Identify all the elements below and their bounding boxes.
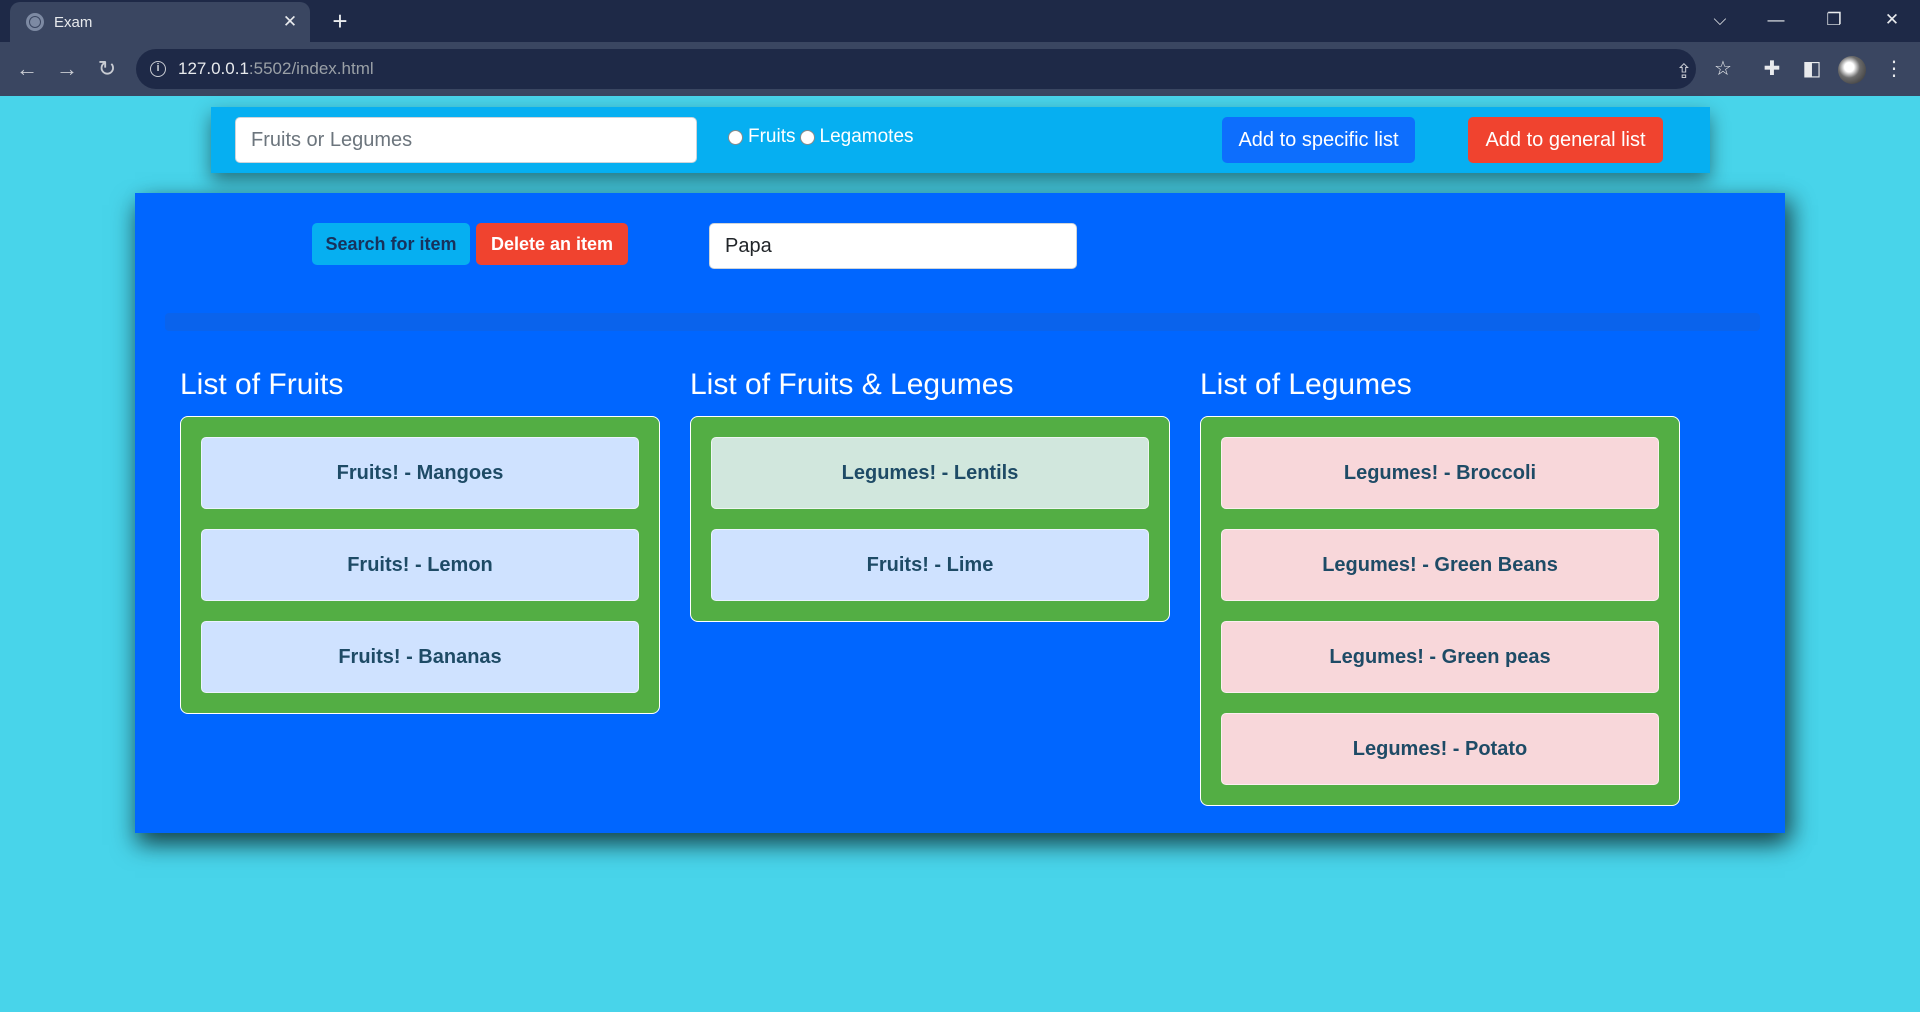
list-item[interactable]: Fruits! - Lime [711,529,1149,601]
general-list-title: List of Fruits & Legumes [690,368,1014,401]
globe-icon [26,13,44,31]
fruits-column: List of Fruits Fruits! - Mangoes Fruits!… [180,368,660,714]
list-item[interactable]: Fruits! - Mangoes [201,437,639,509]
address-bar[interactable]: i 127.0.0.1:5502/index.html ⇪ [136,49,1696,89]
browser-toolbar: ← → ↻ i 127.0.0.1:5502/index.html ⇪ ☆ ✚ … [0,42,1920,96]
general-list: Legumes! - Lentils Fruits! - Lime [690,416,1170,622]
bookmark-star-icon[interactable]: ☆ [1707,53,1739,85]
browser-tab[interactable]: Exam ✕ [10,2,310,42]
radio-legumes-label[interactable]: Legamotes [820,126,914,148]
main-panel: Search for item Delete an item List of F… [135,193,1785,833]
forward-arrow-icon[interactable]: → [50,52,84,86]
share-icon[interactable]: ⇪ [1669,59,1699,84]
add-to-specific-list-button[interactable]: Add to specific list [1222,117,1415,163]
list-item[interactable]: Legumes! - Lentils [711,437,1149,509]
restore-button[interactable]: ❐ [1814,4,1854,36]
side-panel-icon[interactable]: ◧ [1796,53,1828,85]
site-info-icon[interactable]: i [150,61,166,77]
close-window-button[interactable]: ✕ [1872,4,1912,36]
divider [165,313,1760,331]
fruits-list-title: List of Fruits [180,368,344,401]
search-item-button[interactable]: Search for item [312,223,470,265]
type-radio-group: Fruits Legamotes [728,126,918,148]
delete-item-button[interactable]: Delete an item [476,223,628,265]
legumes-list-title: List of Legumes [1200,368,1412,401]
extensions-puzzle-icon[interactable]: ✚ [1756,53,1788,85]
list-item[interactable]: Legumes! - Green Beans [1221,529,1659,601]
profile-avatar[interactable] [1838,56,1866,84]
radio-legumes[interactable] [799,129,815,145]
list-item[interactable]: Legumes! - Broccoli [1221,437,1659,509]
minimize-button[interactable]: — [1756,4,1796,36]
list-item[interactable]: Legumes! - Potato [1221,713,1659,785]
menu-kebab-icon[interactable]: ⋮ [1878,53,1910,85]
tab-title: Exam [54,13,93,31]
back-arrow-icon[interactable]: ← [10,52,44,86]
list-item[interactable]: Fruits! - Lemon [201,529,639,601]
radio-fruits-label[interactable]: Fruits [748,126,796,148]
url-path: :5502/index.html [248,59,374,78]
radio-fruits[interactable] [728,129,743,145]
general-column: List of Fruits & Legumes Legumes! - Lent… [690,368,1170,622]
list-item[interactable]: Legumes! - Green peas [1221,621,1659,693]
search-input[interactable] [709,223,1077,269]
legumes-column: List of Legumes Legumes! - Broccoli Legu… [1200,368,1680,806]
reload-icon[interactable]: ↻ [90,52,124,86]
browser-tab-bar: Exam ✕ + ⌵ — ❐ ✕ [0,0,1920,42]
tab-close-icon[interactable]: ✕ [276,12,304,32]
item-name-input[interactable] [235,117,697,163]
add-item-bar: Fruits Legamotes Add to specific list Ad… [211,107,1710,173]
new-tab-button[interactable]: + [324,6,356,38]
url-host: 127.0.0.1 [178,59,249,78]
legumes-list: Legumes! - Broccoli Legumes! - Green Bea… [1200,416,1680,806]
add-to-general-list-button[interactable]: Add to general list [1468,117,1663,163]
fruits-list: Fruits! - Mangoes Fruits! - Lemon Fruits… [180,416,660,714]
list-item[interactable]: Fruits! - Bananas [201,621,639,693]
tab-search-chevron-icon[interactable]: ⌵ [1700,4,1740,36]
